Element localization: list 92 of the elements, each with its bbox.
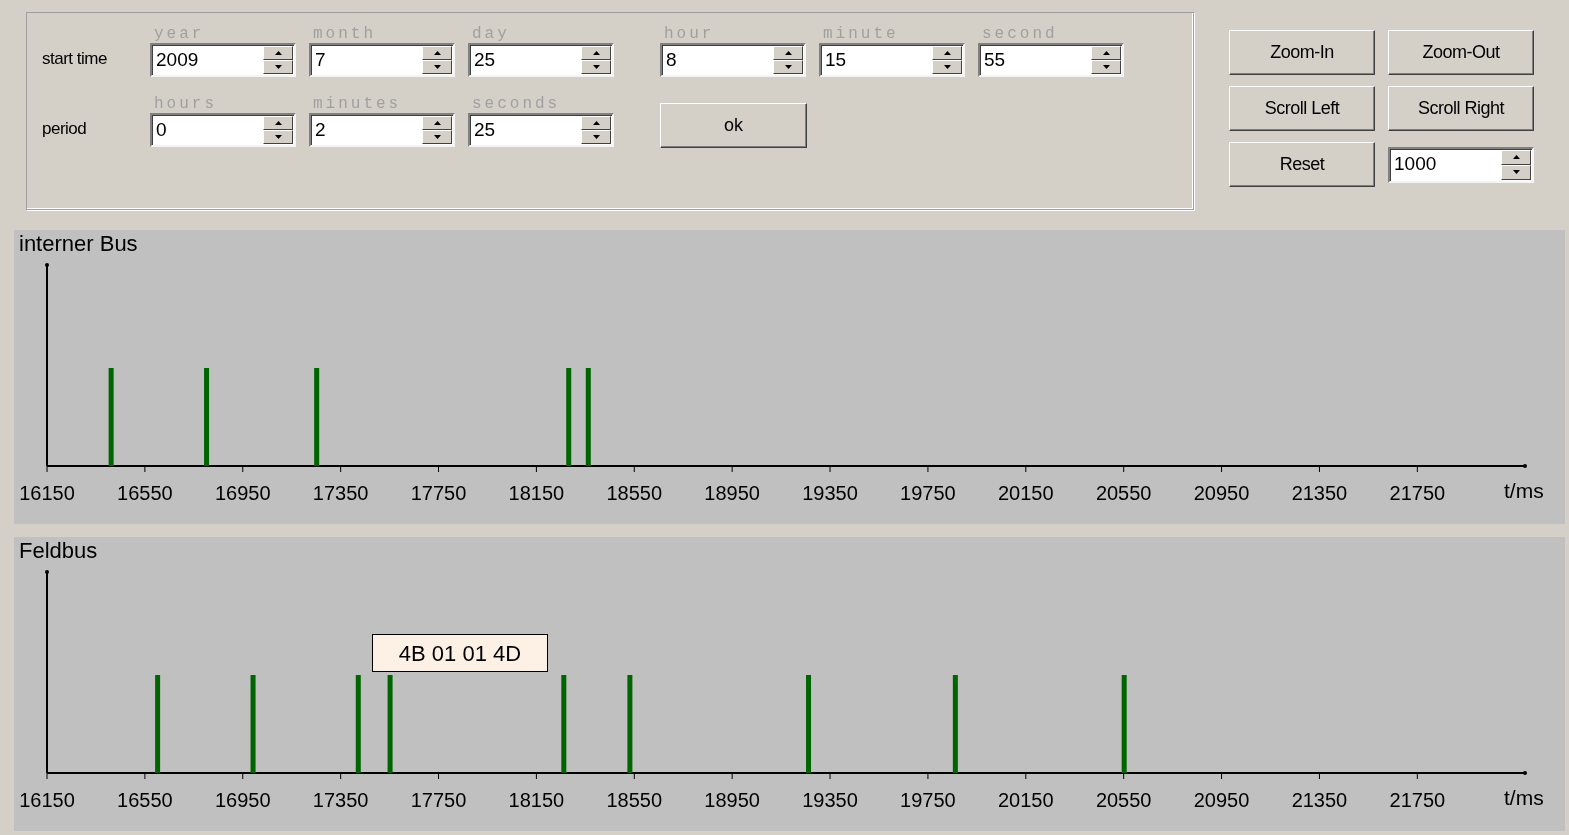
spin-down-button[interactable] <box>263 60 293 74</box>
tick-label: 17750 <box>410 789 467 811</box>
chart-title: interner Bus <box>19 231 138 256</box>
tick-label: 18150 <box>508 482 565 504</box>
tick-label: 16150 <box>19 789 75 811</box>
axis-label: t/ms <box>1504 479 1544 502</box>
tick-label: 21350 <box>1291 789 1348 811</box>
toolbar-button[interactable]: Zoom-In <box>1229 30 1375 75</box>
spin-box[interactable]: 2 <box>309 113 455 147</box>
tick-label: 18950 <box>704 482 760 504</box>
tick-label: 17750 <box>410 482 467 504</box>
tick-label: 16950 <box>214 789 271 811</box>
tick-label: 18550 <box>606 789 663 811</box>
up-arrow-icon <box>1102 51 1110 55</box>
up-arrow-icon <box>1512 155 1520 159</box>
spin-up-button[interactable] <box>1501 149 1531 165</box>
tick-label: 19350 <box>802 482 858 504</box>
axis-label: t/ms <box>1504 786 1544 809</box>
tick-label: 20950 <box>1193 789 1250 811</box>
spin-up-button[interactable] <box>932 46 962 60</box>
up-arrow-icon <box>274 121 282 125</box>
spin-down-button[interactable] <box>932 60 962 74</box>
down-arrow-icon <box>784 65 792 69</box>
toolbar-button[interactable]: Zoom-Out <box>1388 30 1534 75</box>
down-arrow-icon <box>433 65 441 69</box>
spin-box[interactable]: 55 <box>978 43 1124 77</box>
down-arrow-icon <box>274 65 282 69</box>
spin-box[interactable]: 25 <box>468 113 614 147</box>
up-arrow-icon <box>274 51 282 55</box>
spin-up-button[interactable] <box>263 116 293 130</box>
spin-box[interactable]: 2009 <box>150 43 296 77</box>
toolbar-button[interactable]: Scroll Right <box>1388 86 1534 131</box>
spin-box[interactable]: 1000 <box>1388 146 1534 183</box>
tick-label: 18550 <box>606 482 663 504</box>
tick-label: 18150 <box>508 789 565 811</box>
row-label: period <box>42 117 88 140</box>
down-arrow-icon <box>592 65 600 69</box>
spin-up-button[interactable] <box>422 46 452 60</box>
spin-box[interactable]: 15 <box>819 43 965 77</box>
ok-button[interactable]: ok <box>660 103 807 148</box>
tick-label: 19750 <box>900 789 956 811</box>
tick-label: 19750 <box>900 482 956 504</box>
down-arrow-icon <box>433 135 441 139</box>
tick-label: 16550 <box>117 789 173 811</box>
tick-label: 20150 <box>998 482 1054 504</box>
spin-up-button[interactable] <box>773 46 803 60</box>
spin-up-button[interactable] <box>581 116 611 130</box>
spin-down-button[interactable] <box>263 130 293 144</box>
spin-up-button[interactable] <box>581 46 611 60</box>
spin-box[interactable]: 7 <box>309 43 455 77</box>
up-arrow-icon <box>433 51 441 55</box>
tick-label: 21750 <box>1389 789 1446 811</box>
tick-label: 20150 <box>998 789 1054 811</box>
tooltip: 4B 01 01 4D <box>372 634 548 672</box>
tick-label: 20950 <box>1193 482 1250 504</box>
down-arrow-icon <box>943 65 951 69</box>
spin-box[interactable]: 8 <box>660 43 806 77</box>
tick-label: 16550 <box>117 482 173 504</box>
down-arrow-icon <box>274 135 282 139</box>
chart-title: Feldbus <box>19 538 98 563</box>
down-arrow-icon <box>592 135 600 139</box>
tick-label: 20550 <box>1095 789 1152 811</box>
spin-down-button[interactable] <box>581 60 611 74</box>
row-label: start time <box>42 47 108 70</box>
up-arrow-icon <box>592 51 600 55</box>
tick-label: 20550 <box>1095 482 1152 504</box>
up-arrow-icon <box>592 121 600 125</box>
up-arrow-icon <box>433 121 441 125</box>
up-arrow-icon <box>784 51 792 55</box>
spin-down-button[interactable] <box>773 60 803 74</box>
spin-down-button[interactable] <box>581 130 611 144</box>
down-arrow-icon <box>1102 65 1110 69</box>
tick-label: 18950 <box>704 789 760 811</box>
spin-down-button[interactable] <box>422 130 452 144</box>
tick-label: 17350 <box>312 789 369 811</box>
toolbar-button[interactable]: Scroll Left <box>1229 86 1375 131</box>
toolbar-button[interactable]: Reset <box>1229 142 1375 187</box>
down-arrow-icon <box>1512 170 1520 174</box>
spin-down-button[interactable] <box>422 60 452 74</box>
spin-box[interactable]: 25 <box>468 43 614 77</box>
tick-label: 16950 <box>214 482 271 504</box>
spin-down-button[interactable] <box>1091 60 1121 74</box>
spin-up-button[interactable] <box>263 46 293 60</box>
spin-up-button[interactable] <box>422 116 452 130</box>
tick-label: 17350 <box>312 482 369 504</box>
tick-label: 19350 <box>802 789 858 811</box>
tick-label: 16150 <box>19 482 75 504</box>
tick-label: 21750 <box>1389 482 1446 504</box>
up-arrow-icon <box>943 51 951 55</box>
spin-box[interactable]: 0 <box>150 113 296 147</box>
tick-label: 21350 <box>1291 482 1348 504</box>
spin-up-button[interactable] <box>1091 46 1121 60</box>
